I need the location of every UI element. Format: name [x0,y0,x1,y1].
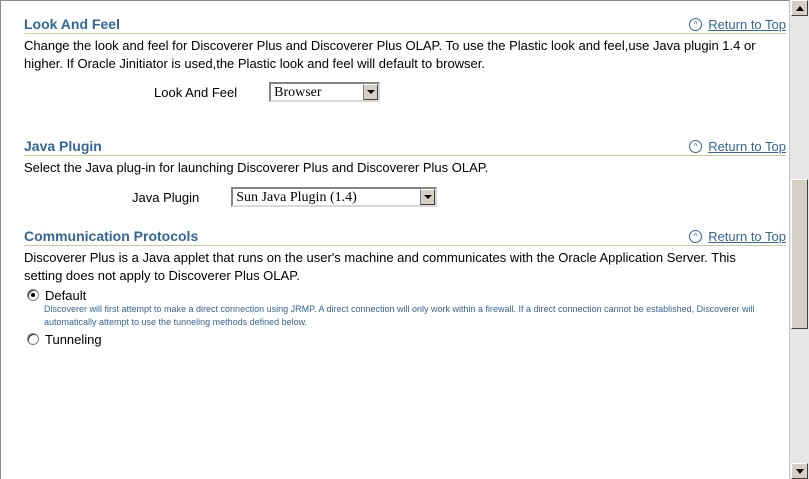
look-and-feel-title: Look And Feel [24,16,120,32]
look-and-feel-description: Change the look and feel for Discoverer … [24,38,756,71]
look-and-feel-section: Look And Feel ^ Return to Top Change the… [24,12,786,102]
tunneling-option-label[interactable]: Tunneling [45,332,102,347]
default-radio[interactable] [27,289,39,301]
settings-page: Look And Feel ^ Return to Top Change the… [0,0,789,479]
up-arrow-icon[interactable]: ^ [689,230,703,243]
look-and-feel-label: Look And Feel [154,84,238,100]
look-and-feel-header: Look And Feel ^ Return to Top [24,12,786,34]
look-and-feel-select[interactable]: Browser [269,82,381,102]
return-to-top-link[interactable]: ^ Return to Top [689,17,786,32]
return-to-top-text[interactable]: Return to Top [708,139,786,154]
java-plugin-value[interactable]: Sun Java Plugin (1.4) [233,189,420,205]
java-plugin-title: Java Plugin [24,138,102,154]
look-and-feel-value[interactable]: Browser [271,84,363,100]
scroll-up-icon[interactable] [791,0,808,16]
java-plugin-description: Select the Java plug-in for launching Di… [24,160,489,175]
communication-protocols-title: Communication Protocols [24,228,199,244]
look-and-feel-row: Look And Feel Browser [154,82,786,102]
communication-protocols-section: Communication Protocols ^ Return to Top … [24,224,786,347]
java-plugin-select[interactable]: Sun Java Plugin (1.4) [231,187,438,207]
up-arrow-icon[interactable]: ^ [689,140,703,153]
java-plugin-header: Java Plugin ^ Return to Top [24,134,786,156]
communication-protocols-description: Discoverer Plus is a Java applet that ru… [24,250,736,283]
top-border [1,0,789,1]
vertical-scrollbar[interactable] [789,0,809,479]
return-to-top-text[interactable]: Return to Top [708,229,786,244]
tunneling-option[interactable]: Tunneling [27,331,786,347]
default-option-label[interactable]: Default [45,288,86,303]
chevron-down-icon[interactable] [363,84,379,100]
scrollbar-thumb[interactable] [791,179,808,329]
java-plugin-label: Java Plugin [132,189,200,205]
default-option-hint: Discoverer will first attempt to make a … [44,304,755,327]
up-arrow-icon[interactable]: ^ [689,18,703,31]
return-to-top-link[interactable]: ^ Return to Top [689,229,786,244]
java-plugin-section: Java Plugin ^ Return to Top Select the J… [24,134,786,207]
communication-protocols-header: Communication Protocols ^ Return to Top [24,224,786,246]
chevron-down-icon[interactable] [420,189,436,205]
settings-content: Look And Feel ^ Return to Top Change the… [24,12,786,347]
return-to-top-text[interactable]: Return to Top [708,17,786,32]
java-plugin-row: Java Plugin Sun Java Plugin (1.4) [132,187,786,207]
scroll-down-icon[interactable] [791,463,808,479]
tunneling-radio[interactable] [27,333,39,345]
default-option[interactable]: Default [27,287,786,303]
return-to-top-link[interactable]: ^ Return to Top [689,139,786,154]
